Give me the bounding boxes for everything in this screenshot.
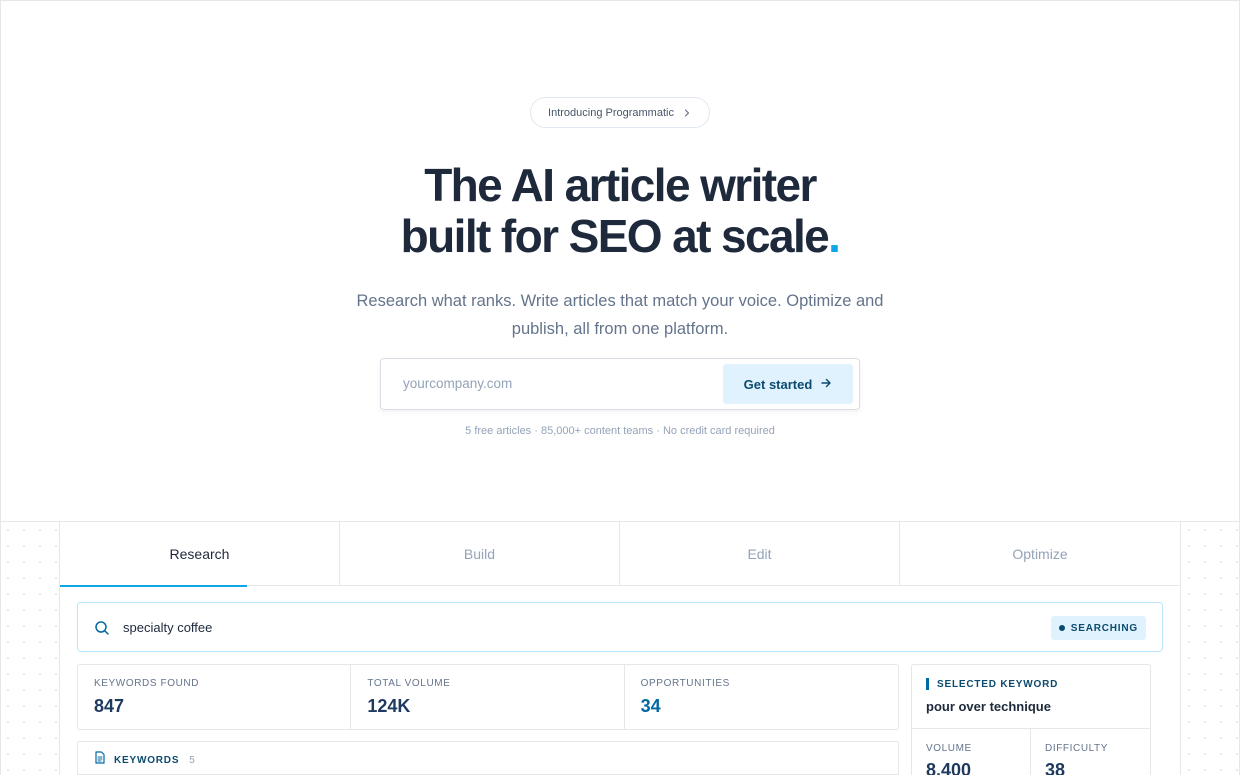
searching-status-badge: SEARCHING — [1050, 616, 1146, 640]
announcement-text: Introducing Programmatic — [548, 106, 674, 119]
product-demo: Research Build Edit Optimize specialty c… — [60, 522, 1180, 775]
selected-keyword-header: SELECTED KEYWORD — [926, 678, 1058, 690]
arrow-right-icon — [820, 377, 832, 392]
stat-value: 847 — [94, 696, 125, 716]
headline-line-1: The AI article writer — [424, 159, 817, 211]
keywords-panel-header: KEYWORDS 5 — [94, 751, 195, 769]
volume-label: VOLUME — [926, 743, 972, 754]
volume-value: 8,400 — [926, 760, 972, 775]
keywords-panel-title: KEYWORDS — [114, 754, 180, 766]
divider — [912, 728, 1150, 729]
accent-bar — [926, 678, 929, 690]
dot-grid-left — [0, 522, 60, 775]
signup-meta-text: 5 free articles · 85,000+ content teams … — [465, 425, 775, 437]
tab-research[interactable]: Research — [60, 522, 340, 587]
chevron-right-icon — [682, 108, 692, 118]
headline-accent-dot: . — [828, 210, 841, 262]
stat-opportunities: OPPORTUNITIES 34 — [625, 665, 898, 729]
tab-build[interactable]: Build — [340, 522, 620, 585]
stat-label: TOTAL VOLUME — [367, 678, 451, 689]
headline-line-2-text: built for SEO at scale — [400, 210, 830, 262]
company-url-input[interactable]: yourcompany.com — [403, 359, 512, 409]
hero-section: Introducing Programmatic The AI article … — [0, 0, 1240, 522]
keywords-count: 5 — [189, 754, 195, 766]
stat-keywords-found: KEYWORDS FOUND 847 — [78, 665, 352, 729]
tab-optimize[interactable]: Optimize — [900, 522, 1180, 585]
document-icon — [94, 751, 106, 769]
search-query: specialty coffee — [123, 620, 213, 635]
stat-label: KEYWORDS FOUND — [94, 678, 200, 689]
keyword-stats: KEYWORDS FOUND 847 TOTAL VOLUME 124K OPP… — [77, 664, 899, 730]
page-headline: The AI article writer built for SEO at s… — [0, 160, 1240, 262]
difficulty-label: DIFFICULTY — [1045, 743, 1109, 754]
keyword-search-bar[interactable]: specialty coffee SEARCHING — [77, 602, 1163, 652]
status-dot-icon — [1058, 625, 1065, 631]
selected-keyword-label: SELECTED KEYWORD — [937, 678, 1059, 690]
selected-keyword-text: pour over technique — [926, 699, 1051, 714]
divider — [1030, 729, 1031, 775]
tab-edit[interactable]: Edit — [620, 522, 900, 585]
headline-line-2: built for SEO at scale. — [0, 211, 1240, 262]
subheadline: Research what ranks. Write articles that… — [356, 292, 884, 338]
get-started-label: Get started — [743, 376, 813, 392]
dot-grid-right — [1180, 522, 1240, 775]
signup-form: yourcompany.com Get started — [380, 358, 860, 410]
get-started-button[interactable]: Get started — [723, 364, 853, 404]
stat-label: OPPORTUNITIES — [640, 678, 730, 689]
selected-keyword-card: SELECTED KEYWORD pour over technique VOL… — [911, 664, 1151, 775]
status-text: SEARCHING — [1070, 622, 1138, 634]
stat-total-volume: TOTAL VOLUME 124K — [351, 665, 625, 729]
stat-value: 124K — [367, 696, 411, 716]
search-icon — [94, 620, 110, 636]
keywords-panel: KEYWORDS 5 — [77, 741, 899, 775]
announcement-pill[interactable]: Introducing Programmatic — [530, 97, 710, 128]
difficulty-value: 38 — [1045, 760, 1066, 775]
stat-value: 34 — [640, 696, 661, 716]
demo-tabs: Research Build Edit Optimize — [60, 522, 1180, 587]
